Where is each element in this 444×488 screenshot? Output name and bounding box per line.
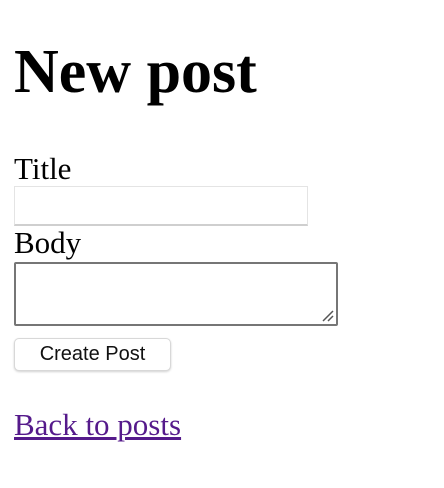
- body-textarea[interactable]: [14, 262, 338, 326]
- resize-grip-icon[interactable]: [320, 308, 334, 322]
- back-to-posts-link[interactable]: Back to posts: [14, 407, 181, 443]
- create-post-button[interactable]: Create Post: [14, 338, 171, 371]
- page-title: New post: [14, 38, 257, 106]
- body-label: Body: [14, 225, 82, 260]
- title-label: Title: [14, 151, 72, 186]
- title-input[interactable]: [14, 186, 308, 226]
